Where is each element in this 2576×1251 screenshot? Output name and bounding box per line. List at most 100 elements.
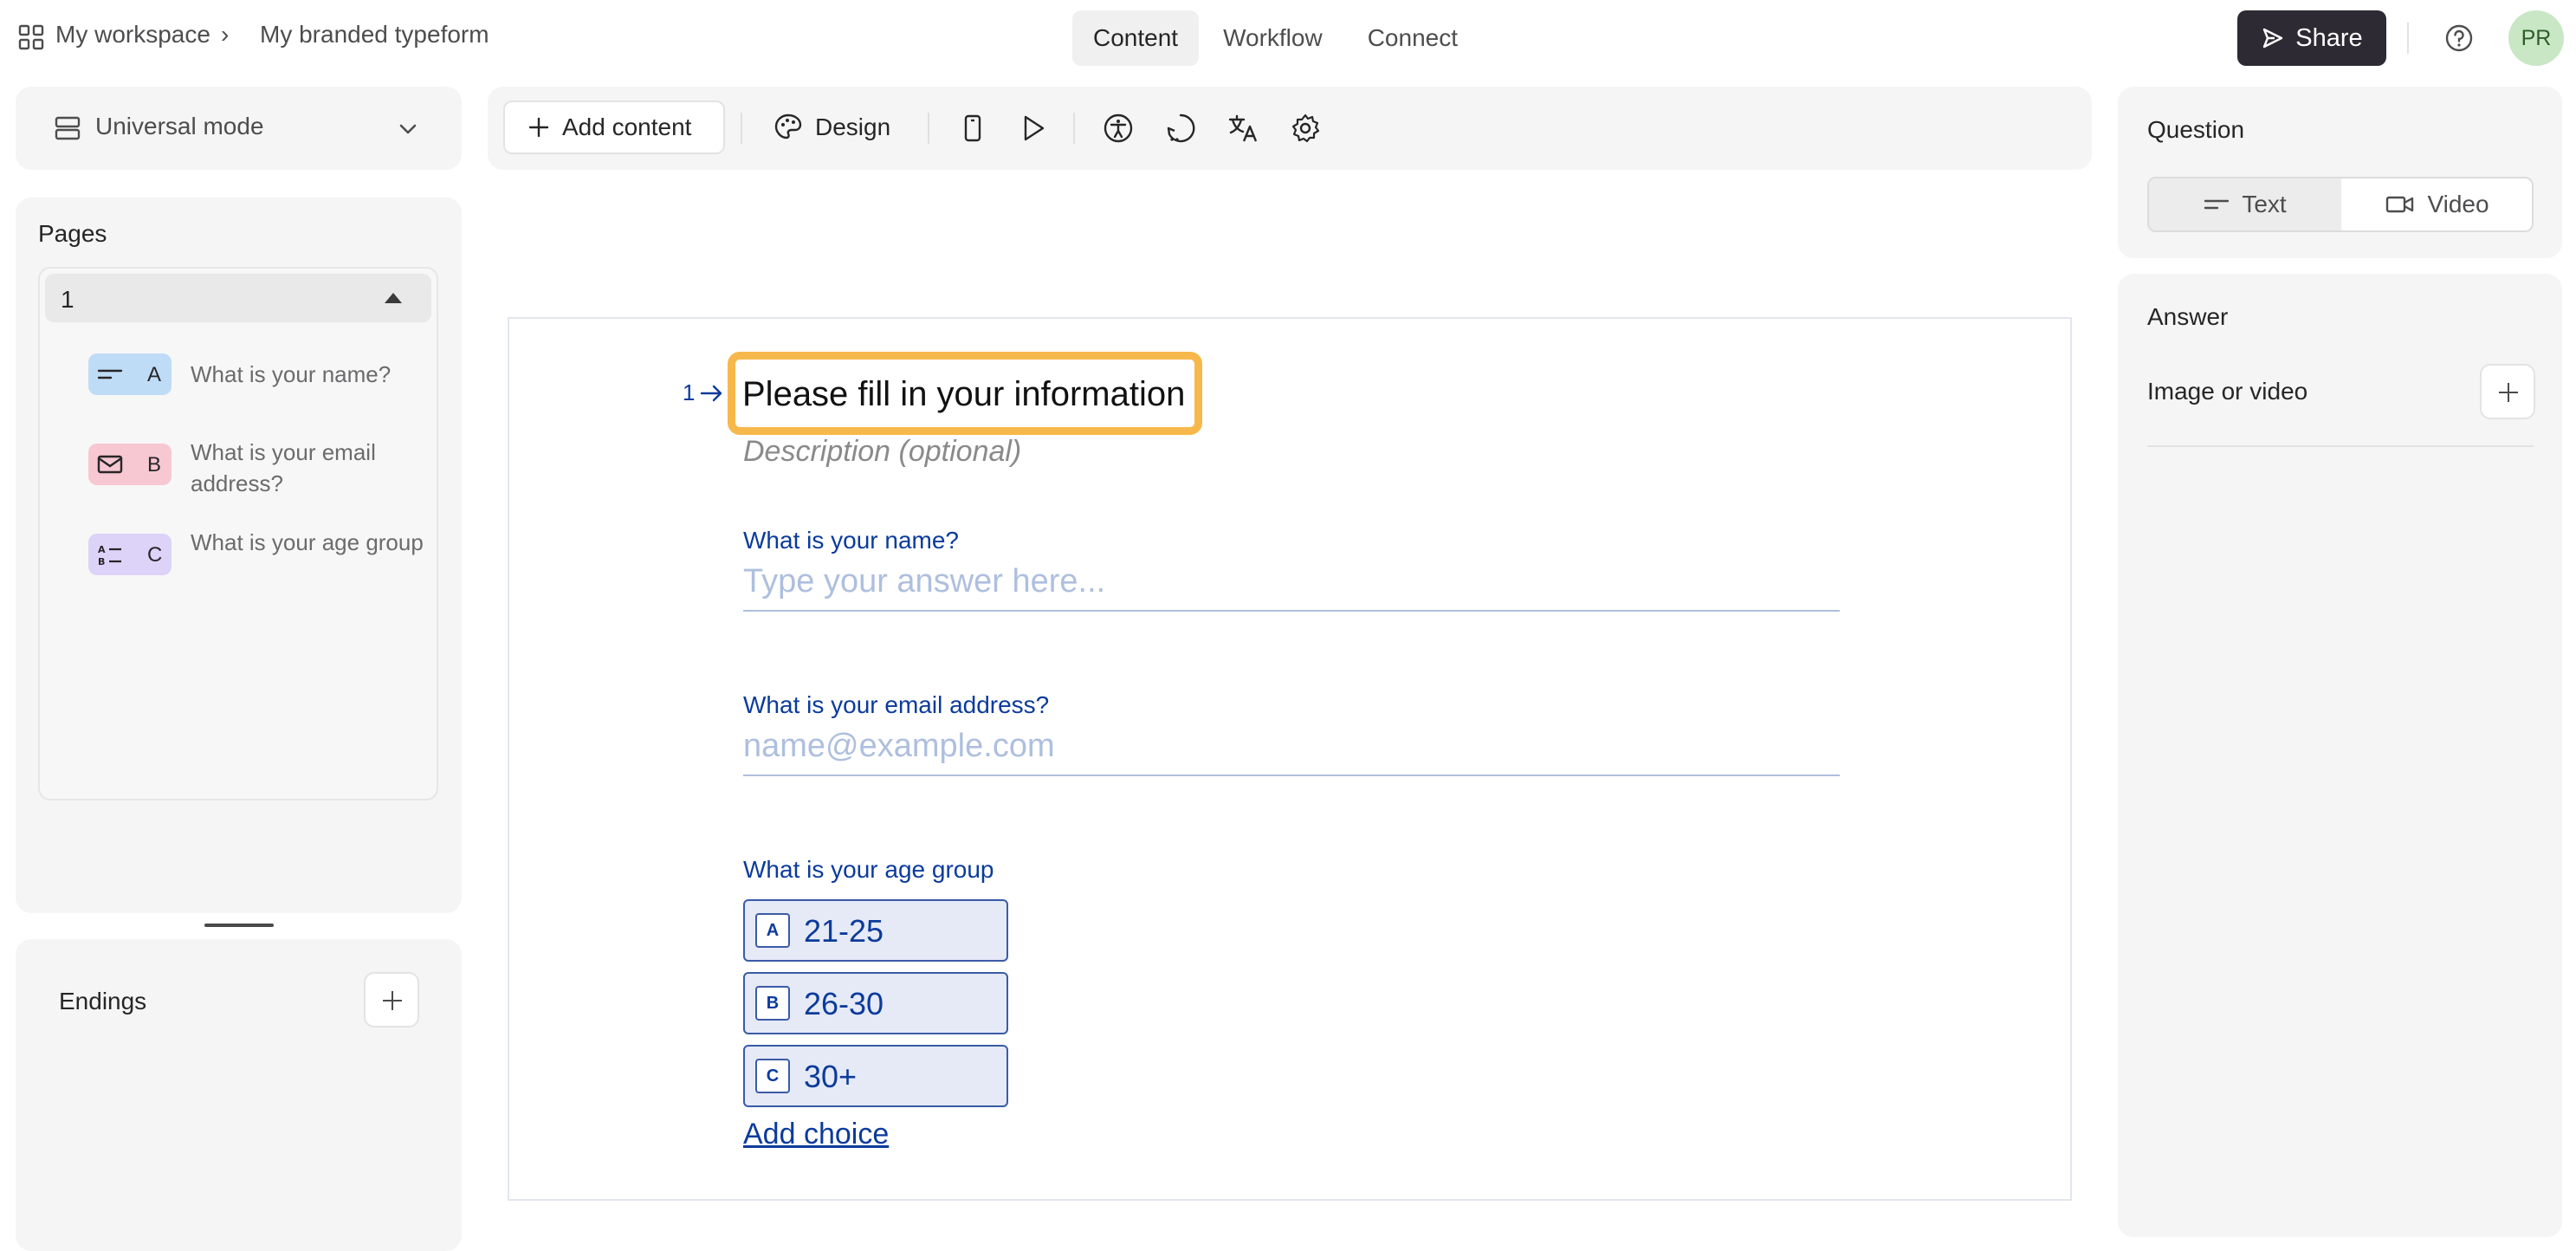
choice-value[interactable]: 30+ <box>804 1059 857 1095</box>
top-tabs: Content Workflow Connect <box>1072 10 1479 66</box>
palette-icon <box>774 113 802 139</box>
toolbar-divider <box>741 113 742 144</box>
answer-panel-title: Answer <box>2147 303 2229 330</box>
name-input[interactable]: Type your answer here... <box>743 563 1840 612</box>
page-number: 1 <box>61 286 74 313</box>
choice-key: C <box>755 1059 790 1093</box>
question-type-badge: B <box>88 444 172 485</box>
page-header[interactable]: 1 <box>45 274 431 322</box>
page-question-item[interactable]: B What is your email address? <box>88 439 452 513</box>
video-option-button[interactable]: Video <box>2341 178 2532 230</box>
collapse-arrow-icon[interactable] <box>385 293 402 303</box>
form-title-box[interactable]: Please fill in your information <box>728 352 1202 435</box>
question-title: What is your name? <box>191 361 392 387</box>
editor-toolbar: Add content Design <box>488 87 2092 170</box>
plus-icon <box>528 117 549 138</box>
design-button[interactable]: Design <box>773 113 890 142</box>
mode-label: Universal mode <box>95 113 264 139</box>
translate-icon[interactable] <box>1227 113 1259 144</box>
choice-key: B <box>755 986 790 1021</box>
form-canvas: 1 Please fill in your information Descri… <box>508 317 2072 1201</box>
question-type-badge: A <box>88 353 172 395</box>
mode-selector[interactable]: Universal mode <box>16 87 462 170</box>
text-option-label: Text <box>2242 191 2287 217</box>
choice-value[interactable]: 21-25 <box>804 913 883 950</box>
tab-connect[interactable]: Connect <box>1347 10 1479 66</box>
page-question-item[interactable]: A What is your name? <box>88 353 452 405</box>
breadcrumb-form-name[interactable]: My branded typeform <box>260 21 489 49</box>
play-preview-icon[interactable] <box>1018 113 1049 144</box>
video-camera-icon <box>2386 196 2414 213</box>
add-content-label: Add content <box>562 113 692 140</box>
choice-key: A <box>755 913 790 948</box>
answer-settings-panel: Answer Image or video <box>2118 274 2562 1237</box>
question-settings-panel: Question Text Video <box>2118 87 2562 258</box>
avatar[interactable]: PR <box>2508 10 2564 66</box>
question-letter: B <box>147 453 162 476</box>
toolbar-divider <box>1073 113 1075 144</box>
field-label-name[interactable]: What is your name? <box>743 527 959 554</box>
question-letter: A <box>147 363 162 386</box>
breadcrumb: My workspace › <box>55 21 229 49</box>
form-name[interactable]: My branded typeform <box>260 21 489 49</box>
page-group: 1 A What is your name? B What is your em… <box>38 267 438 801</box>
question-number: 1 <box>683 379 724 406</box>
add-content-button[interactable]: Add content <box>503 100 725 154</box>
question-letter: C <box>147 543 163 567</box>
settings-gear-icon[interactable] <box>1290 113 1321 144</box>
page-question-item[interactable]: A B C What is your age group <box>88 529 452 603</box>
share-label: Share <box>2295 23 2363 52</box>
form-title[interactable]: Please fill in your information <box>742 375 1185 414</box>
pages-title: Pages <box>38 220 107 247</box>
question-title: What is your email address? <box>191 439 376 496</box>
send-icon <box>2263 28 2283 49</box>
arrow-right-icon <box>701 385 722 401</box>
toolbar-divider <box>928 113 929 144</box>
divider <box>2147 445 2534 447</box>
question-number-value: 1 <box>683 379 696 405</box>
choice-option[interactable]: B 26-30 <box>743 972 1008 1034</box>
endings-panel: Endings <box>16 939 462 1251</box>
short-text-icon <box>2204 199 2230 210</box>
svg-text:B: B <box>98 556 105 567</box>
tab-content[interactable]: Content <box>1072 10 1200 66</box>
add-image-or-video-button[interactable] <box>2480 364 2535 419</box>
divider <box>2407 23 2409 54</box>
image-or-video-label: Image or video <box>2147 378 2308 405</box>
tab-workflow[interactable]: Workflow <box>1202 10 1343 66</box>
short-text-icon <box>97 369 123 379</box>
accessibility-icon[interactable] <box>1103 113 1134 144</box>
help-icon[interactable] <box>2444 23 2474 53</box>
pages-panel: Pages 1 A What is your name? B What is y… <box>16 198 462 913</box>
add-ending-button[interactable] <box>364 972 419 1027</box>
question-panel-title: Question <box>2147 116 2245 143</box>
top-bar: My workspace › My branded typeform Conte… <box>0 0 2576 76</box>
mobile-preview-icon[interactable] <box>957 113 988 144</box>
share-button[interactable]: Share <box>2237 10 2386 66</box>
chevron-down-icon <box>399 124 417 134</box>
mail-icon <box>97 455 123 474</box>
question-type-toggle: Text Video <box>2147 177 2534 232</box>
text-option-button[interactable]: Text <box>2149 178 2341 230</box>
apps-grid-icon[interactable] <box>17 23 45 51</box>
email-input[interactable]: name@example.com <box>743 728 1840 776</box>
breadcrumb-separator: › <box>220 21 230 48</box>
question-type-badge: A B C <box>88 534 172 575</box>
logic-loading-icon[interactable] <box>1165 113 1196 144</box>
video-option-label: Video <box>2427 191 2489 217</box>
layout-icon <box>55 116 81 140</box>
field-label-age-group[interactable]: What is your age group <box>743 856 994 884</box>
choice-option[interactable]: A 21-25 <box>743 899 1008 962</box>
design-label: Design <box>815 113 891 140</box>
breadcrumb-workspace-link[interactable]: My workspace <box>55 21 210 49</box>
choice-value[interactable]: 26-30 <box>804 986 883 1022</box>
multiple-choice-icon: A B <box>98 544 121 567</box>
svg-text:A: A <box>98 544 106 555</box>
endings-label: Endings <box>59 988 147 1014</box>
form-description[interactable]: Description (optional) <box>743 435 1021 469</box>
choice-option[interactable]: C 30+ <box>743 1045 1008 1107</box>
resize-handle[interactable] <box>204 924 274 927</box>
question-title: What is your age group <box>191 529 424 555</box>
add-choice-link[interactable]: Add choice <box>743 1118 889 1151</box>
field-label-email[interactable]: What is your email address? <box>743 691 1049 719</box>
